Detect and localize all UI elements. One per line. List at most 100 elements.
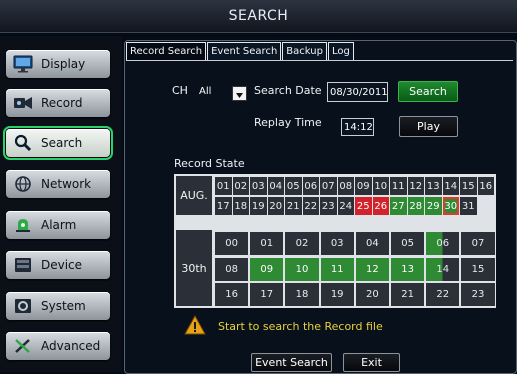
device-icon bbox=[13, 256, 33, 274]
sidebar-item-display[interactable]: Display bbox=[6, 50, 110, 78]
day-cell[interactable]: 27 bbox=[390, 197, 407, 215]
sidebar-item-record[interactable]: Record bbox=[6, 89, 110, 117]
window-title: SEARCH bbox=[0, 0, 517, 33]
chevron-down-icon[interactable] bbox=[232, 86, 247, 101]
tab-event-search[interactable]: Event Search bbox=[207, 42, 282, 61]
network-icon bbox=[13, 175, 33, 193]
replay-time-label: Replay Time bbox=[254, 116, 322, 129]
hour-cell[interactable]: 10 bbox=[285, 258, 319, 281]
sidebar-item-label: Record bbox=[41, 96, 83, 110]
sidebar-item-label: Search bbox=[41, 136, 83, 150]
system-icon bbox=[13, 297, 33, 315]
day-cell[interactable]: 08 bbox=[337, 177, 354, 195]
sidebar-item-label: Advanced bbox=[41, 339, 101, 353]
hour-cell[interactable]: 04 bbox=[355, 232, 389, 255]
hour-cell[interactable]: 03 bbox=[320, 232, 354, 255]
hour-cell[interactable]: 02 bbox=[285, 232, 319, 255]
hour-cell[interactable]: 18 bbox=[285, 283, 319, 306]
tab-log[interactable]: Log bbox=[327, 42, 354, 61]
day-cell[interactable]: 26 bbox=[372, 197, 389, 215]
hour-cell[interactable]: 17 bbox=[250, 283, 284, 306]
day-cell[interactable]: 12 bbox=[407, 177, 424, 195]
day-cell[interactable]: 22 bbox=[302, 197, 319, 215]
sidebar-menu: Display Record Search Network Alarm Devi… bbox=[0, 36, 122, 372]
tab-bar: Record Search Event Search Backup Log bbox=[126, 42, 355, 61]
hour-cell[interactable]: 15 bbox=[461, 258, 495, 281]
search-date-field[interactable]: 08/30/2011 bbox=[327, 82, 388, 102]
sidebar-item-advanced[interactable]: Advanced bbox=[6, 332, 110, 360]
day-cell[interactable]: 30 bbox=[442, 197, 459, 215]
day-cell[interactable]: 15 bbox=[460, 177, 477, 195]
tools-icon bbox=[13, 337, 33, 355]
sidebar-item-label: System bbox=[41, 299, 86, 313]
hour-cell[interactable]: 08 bbox=[215, 258, 249, 281]
search-date-label: Search Date bbox=[254, 84, 322, 97]
play-button[interactable]: Play bbox=[399, 116, 458, 137]
magnifier-icon bbox=[13, 134, 33, 152]
sidebar-item-system[interactable]: System bbox=[6, 292, 110, 320]
hour-cell[interactable]: 20 bbox=[355, 283, 389, 306]
day-cell[interactable]: 05 bbox=[285, 177, 302, 195]
day-cell[interactable]: 14 bbox=[442, 177, 459, 195]
tab-backup[interactable]: Backup bbox=[282, 42, 327, 61]
replay-time-field[interactable]: 14:12 bbox=[341, 118, 374, 136]
hour-cell[interactable]: 09 bbox=[250, 258, 284, 281]
hour-cell[interactable]: 16 bbox=[215, 283, 249, 306]
tab-divider bbox=[126, 60, 513, 61]
day-cell[interactable]: 02 bbox=[232, 177, 249, 195]
day-cell[interactable]: 01 bbox=[215, 177, 232, 195]
day-cell[interactable]: 10 bbox=[372, 177, 389, 195]
day-cell[interactable]: 18 bbox=[232, 197, 249, 215]
day-label: 30th bbox=[176, 230, 212, 306]
tab-record-search[interactable]: Record Search bbox=[126, 42, 207, 61]
hour-cell[interactable]: 14 bbox=[426, 258, 460, 281]
exit-button[interactable]: Exit bbox=[343, 353, 400, 372]
hour-cell[interactable]: 23 bbox=[461, 283, 495, 306]
sidebar-item-label: Alarm bbox=[41, 218, 77, 232]
warning-icon bbox=[184, 314, 206, 335]
hour-cell[interactable]: 07 bbox=[461, 232, 495, 255]
hour-cell[interactable]: 22 bbox=[426, 283, 460, 306]
channel-select-value[interactable]: All bbox=[197, 83, 232, 101]
hour-cell[interactable]: 11 bbox=[320, 258, 354, 281]
sidebar-item-network[interactable]: Network bbox=[6, 170, 110, 198]
day-cell[interactable]: 24 bbox=[337, 197, 354, 215]
hour-cell[interactable]: 13 bbox=[391, 258, 425, 281]
day-cell[interactable]: 07 bbox=[320, 177, 337, 195]
day-cell[interactable]: 17 bbox=[215, 197, 232, 215]
hour-cell[interactable]: 05 bbox=[391, 232, 425, 255]
day-cell[interactable]: 25 bbox=[355, 197, 372, 215]
channel-label: CH bbox=[172, 84, 188, 97]
status-message: Start to search the Record file bbox=[218, 320, 383, 333]
hour-cell[interactable]: 00 bbox=[215, 232, 249, 255]
sidebar-item-device[interactable]: Device bbox=[6, 251, 110, 279]
alarm-icon bbox=[13, 216, 33, 234]
day-cell[interactable]: 16 bbox=[477, 177, 494, 195]
hour-cell[interactable]: 19 bbox=[320, 283, 354, 306]
event-search-button[interactable]: Event Search bbox=[251, 353, 332, 372]
hour-cell[interactable]: 12 bbox=[355, 258, 389, 281]
search-button[interactable]: Search bbox=[398, 81, 458, 102]
day-cell[interactable]: 11 bbox=[390, 177, 407, 195]
hour-cell[interactable]: 21 bbox=[391, 283, 425, 306]
day-cell[interactable]: 13 bbox=[425, 177, 442, 195]
monitor-icon bbox=[13, 55, 33, 73]
day-cell[interactable]: 06 bbox=[302, 177, 319, 195]
day-cell[interactable]: 23 bbox=[320, 197, 337, 215]
day-cell[interactable]: 09 bbox=[355, 177, 372, 195]
day-cell[interactable]: 28 bbox=[407, 197, 424, 215]
hour-cell[interactable]: 06 bbox=[426, 232, 460, 255]
day-cell[interactable]: 29 bbox=[425, 197, 442, 215]
sidebar-item-label: Display bbox=[41, 57, 86, 71]
day-cell[interactable]: 31 bbox=[460, 197, 477, 215]
day-cell[interactable]: 04 bbox=[267, 177, 284, 195]
sidebar-item-alarm[interactable]: Alarm bbox=[6, 211, 110, 239]
record-state-label: Record State bbox=[174, 157, 245, 170]
day-cell[interactable]: 20 bbox=[267, 197, 284, 215]
day-cell[interactable]: 19 bbox=[250, 197, 267, 215]
sidebar-item-label: Network bbox=[41, 177, 92, 191]
day-cell[interactable]: 03 bbox=[250, 177, 267, 195]
hour-cell[interactable]: 01 bbox=[250, 232, 284, 255]
sidebar-item-search[interactable]: Search bbox=[3, 126, 113, 160]
day-cell[interactable]: 21 bbox=[285, 197, 302, 215]
